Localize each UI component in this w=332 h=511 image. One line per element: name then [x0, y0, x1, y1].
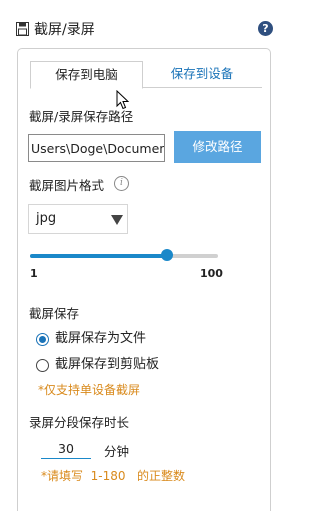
mouse-cursor-icon: [116, 90, 130, 110]
help-icon[interactable]: ?: [258, 21, 273, 36]
change-path-button[interactable]: 修改路径: [174, 131, 261, 163]
tab-save-to-device[interactable]: 保存到设备: [142, 61, 262, 87]
tab-bar: 保存到电脑 保存到设备: [30, 61, 262, 89]
tab-save-to-computer[interactable]: 保存到电脑: [30, 61, 143, 89]
slider-fill: [30, 254, 167, 258]
radio-save-as-file-label: 截屏保存为文件: [55, 331, 147, 346]
section-title: 截屏/录屏: [34, 22, 95, 38]
image-format-label: 截屏图片格式: [29, 178, 105, 193]
image-format-select[interactable]: jpg: [28, 204, 128, 234]
chevron-down-icon: [111, 215, 123, 225]
minutes-unit-label: 分钟: [104, 444, 130, 459]
single-device-note: *仅支持单设备截屏: [38, 383, 141, 397]
slider-max-label: 100: [200, 267, 223, 280]
screenshot-save-label: 截屏保存: [29, 306, 80, 321]
info-icon[interactable]: i: [114, 176, 129, 191]
radio-button-checked[interactable]: [36, 333, 49, 346]
quality-slider[interactable]: [30, 249, 218, 263]
segment-minutes-input[interactable]: [41, 439, 91, 459]
radio-save-to-clipboard-label: 截屏保存到剪贴板: [55, 357, 160, 372]
floppy-disk-icon: [16, 22, 29, 36]
slider-min-label: 1: [30, 267, 38, 280]
record-segment-label: 录屏分段保存时长: [29, 415, 130, 430]
save-path-input[interactable]: [28, 134, 165, 162]
radio-save-as-file[interactable]: 截屏保存为文件: [36, 330, 236, 350]
range-note: *请填写 1-180 的正整数: [41, 469, 185, 483]
image-format-value: jpg: [36, 211, 57, 226]
radio-button[interactable]: [36, 359, 49, 372]
radio-save-to-clipboard[interactable]: 截屏保存到剪贴板: [36, 356, 236, 376]
slider-thumb[interactable]: [160, 249, 173, 261]
settings-panel: 保存到电脑 保存到设备 截屏/录屏保存路径 修改路径 截屏图片格式 i jpg …: [17, 48, 271, 511]
